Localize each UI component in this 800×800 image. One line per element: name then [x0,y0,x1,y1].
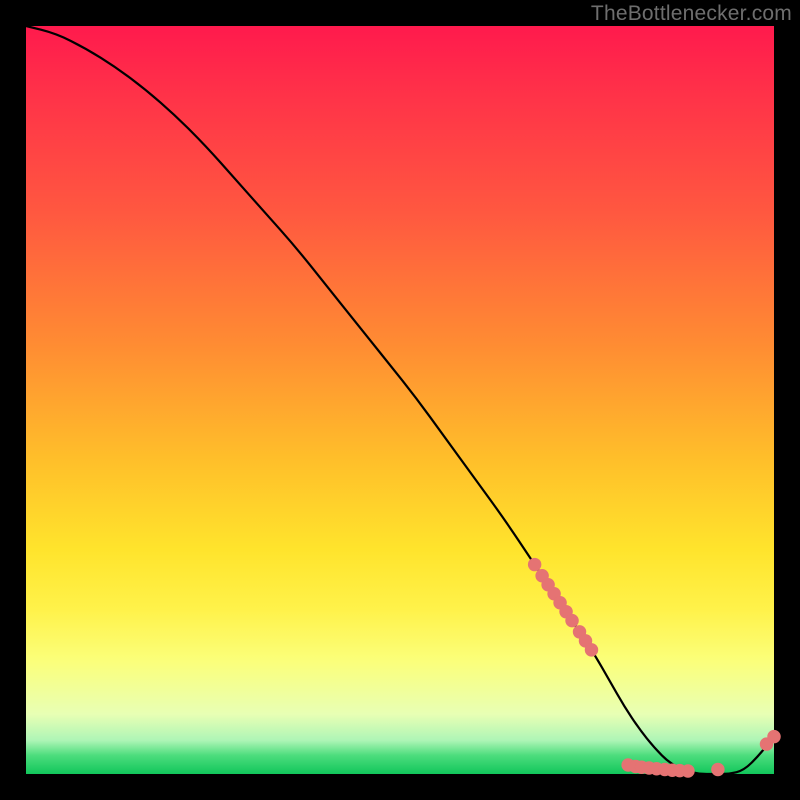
data-marker [565,614,578,627]
chart-root: TheBottlenecker.com [0,0,800,800]
chart-svg-overlay [26,26,774,774]
data-marker [585,643,598,656]
data-marker [528,558,541,571]
data-marker [767,730,780,743]
bottleneck-curve [26,26,774,774]
data-marker [711,763,724,776]
data-marker [681,764,694,777]
data-markers [528,558,781,778]
plot-area [26,26,774,774]
watermark-text: TheBottlenecker.com [591,2,792,26]
